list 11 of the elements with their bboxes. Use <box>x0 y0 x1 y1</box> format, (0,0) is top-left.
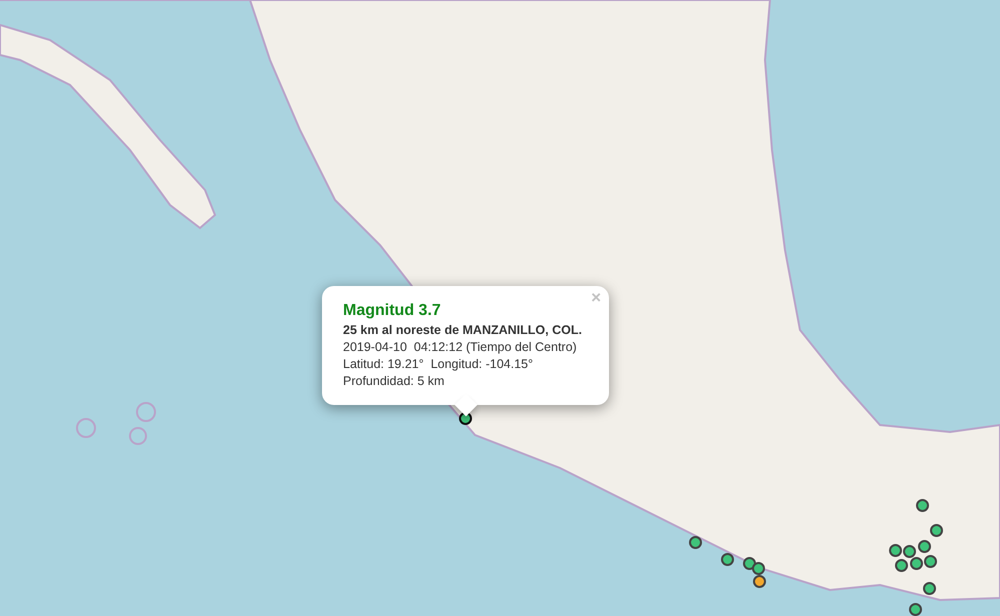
earthquake-marker[interactable] <box>721 553 734 566</box>
earthquake-marker[interactable] <box>753 575 766 588</box>
earthquake-marker[interactable] <box>752 562 765 575</box>
location-text: 25 km al noreste de MANZANILLO, COL. <box>343 323 583 337</box>
map[interactable]: × Magnitud 3.7 25 km al noreste de MANZANILLO, COL. 2019-04-10 04:12:12 (Tiempo del Centro) Latitud: 19.21° Longitud: -104.15° Profundidad: 5 km <box>0 0 1000 616</box>
datetime-text: 2019-04-10 04:12:12 (Tiempo del Centro) <box>343 340 578 354</box>
coordinates-text: Latitud: 19.21° Longitud: -104.15° <box>343 357 534 371</box>
earthquake-marker[interactable] <box>909 603 922 616</box>
earthquake-marker[interactable] <box>689 536 702 549</box>
magnitude-title: Magnitud 3.7 <box>343 302 442 320</box>
depth-text: Profundidad: 5 km <box>343 374 446 388</box>
